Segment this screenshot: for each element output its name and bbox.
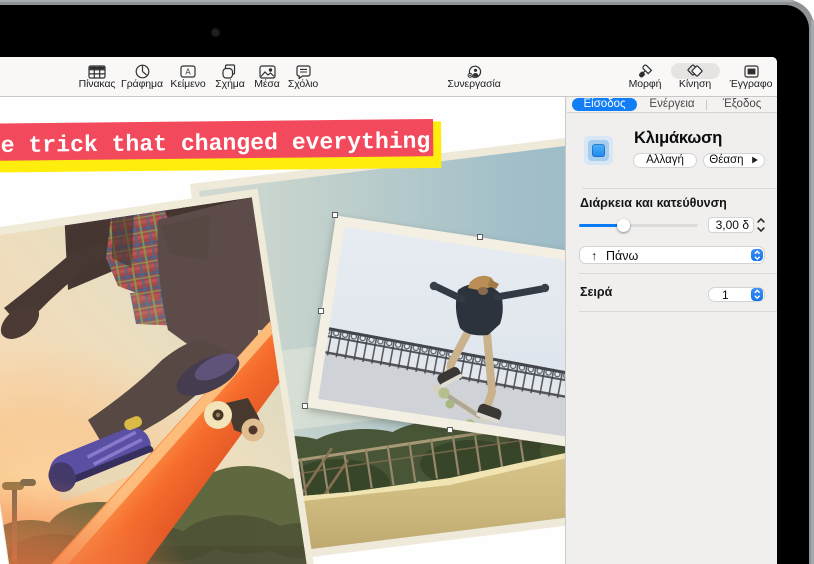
- svg-text:e trick that changed everythin: e trick that changed everything: [1, 128, 431, 158]
- svg-text:A: A: [185, 68, 191, 77]
